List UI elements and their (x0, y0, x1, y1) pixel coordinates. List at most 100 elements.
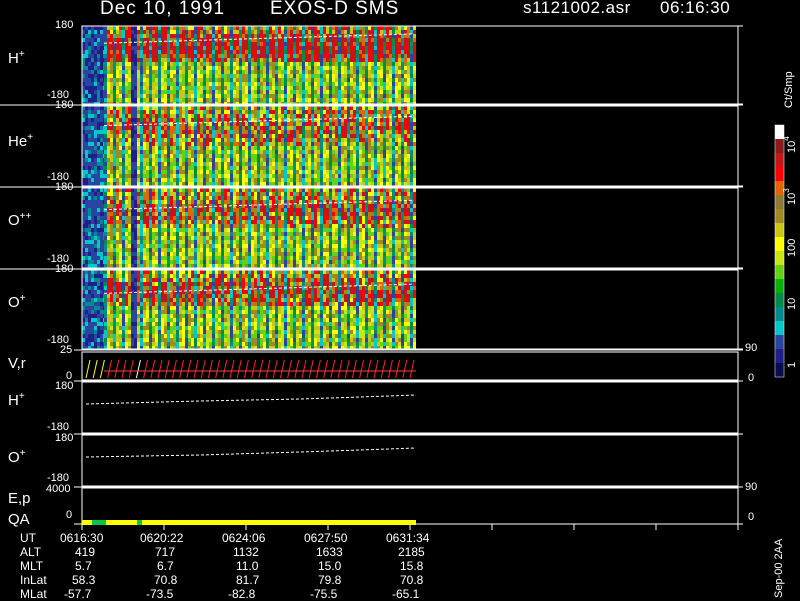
h-plus-cell (281, 38, 284, 42)
o-pp-cell (100, 196, 103, 200)
he-plus-cell (254, 178, 257, 182)
he-plus-cell (299, 114, 302, 118)
h-plus-cell (287, 58, 290, 62)
h-plus-cell (278, 66, 281, 70)
h-plus-cell (350, 42, 353, 46)
h-plus-cell (149, 58, 152, 62)
he-plus-cell (410, 122, 413, 126)
he-plus-cell (287, 174, 290, 178)
he-plus-cell (293, 174, 296, 178)
o-pp-cell (85, 220, 88, 224)
o-pp-cell (125, 192, 128, 196)
o-pp-cell (143, 260, 146, 264)
h-plus-cell (209, 66, 212, 70)
he-plus-cell (209, 182, 212, 186)
he-plus-cell (164, 158, 167, 162)
o-pp-cell (85, 196, 88, 200)
h-plus-cell (371, 50, 374, 54)
h-plus-cell (332, 94, 335, 98)
h-plus-cell (350, 78, 353, 82)
h-plus-cell (251, 58, 254, 62)
he-plus-cell (347, 158, 350, 162)
h-plus-cell (335, 78, 338, 82)
he-plus-cell (215, 154, 218, 158)
he-plus-cell (137, 110, 140, 114)
h-plus-cell (179, 70, 182, 74)
he-plus-cell (104, 158, 107, 162)
h-plus-cell (167, 70, 170, 74)
he-plus-cell (203, 158, 206, 162)
o-pp-cell (104, 200, 107, 204)
h-plus-cell (197, 94, 200, 98)
he-plus-cell (284, 130, 287, 134)
he-plus-cell (221, 138, 224, 142)
h-plus-cell (221, 94, 224, 98)
he-plus-cell (221, 170, 224, 174)
he-plus-cell (332, 110, 335, 114)
he-plus-cell (224, 166, 227, 170)
h-plus-cell (320, 42, 323, 46)
he-plus-cell (140, 154, 143, 158)
h-plus-cell (191, 38, 194, 42)
h-plus-cell (395, 38, 398, 42)
h-plus-cell (356, 62, 359, 66)
he-plus-cell (215, 162, 218, 166)
h-plus-cell (179, 34, 182, 38)
h-plus-cell (389, 50, 392, 54)
h-plus-cell (233, 86, 236, 90)
he-plus-cell (263, 174, 266, 178)
h-plus-cell (341, 90, 344, 94)
he-plus-cell (347, 122, 350, 126)
h-plus-cell (254, 86, 257, 90)
he-plus-cell (374, 154, 377, 158)
he-plus-cell (233, 150, 236, 154)
h-plus-cell (362, 70, 365, 74)
h-plus-cell (323, 30, 326, 34)
he-plus-cell (404, 126, 407, 130)
he-plus-cell (254, 146, 257, 150)
o-pp-cell (128, 240, 131, 244)
he-plus-cell (212, 182, 215, 186)
h-plus-cell (359, 54, 362, 58)
h-plus-cell (212, 66, 215, 70)
h-plus-cell (85, 38, 88, 42)
h-plus-cell (365, 86, 368, 90)
h-plus-cell (269, 46, 272, 50)
he-plus-cell (275, 170, 278, 174)
h-plus-cell (293, 66, 296, 70)
he-plus-cell (218, 158, 221, 162)
o-pp-cell (85, 260, 88, 264)
he-plus-cell (284, 166, 287, 170)
o-pp-cell (122, 212, 125, 216)
h-plus-cell (197, 66, 200, 70)
h-plus-cell (296, 50, 299, 54)
h-plus-cell (341, 62, 344, 66)
he-plus-cell (149, 110, 152, 114)
h-plus-cell (152, 98, 155, 102)
he-plus-cell (107, 154, 110, 158)
he-plus-cell (179, 114, 182, 118)
h-plus-cell (308, 90, 311, 94)
he-plus-cell (296, 134, 299, 138)
he-plus-cell (302, 154, 305, 158)
he-plus-cell (365, 142, 368, 146)
he-plus-cell (212, 126, 215, 130)
h-plus-cell (170, 74, 173, 78)
o-pp-cell (94, 264, 97, 268)
he-plus-cell (137, 170, 140, 174)
h-plus-cell (152, 82, 155, 86)
he-plus-cell (131, 174, 134, 178)
h-plus-cell (362, 26, 365, 30)
he-plus-cell (368, 174, 371, 178)
h-plus-cell (200, 54, 203, 58)
he-plus-cell (374, 118, 377, 122)
he-plus-cell (182, 170, 185, 174)
o-pp-cell (85, 200, 88, 204)
o-pp-cell (122, 204, 125, 208)
h-plus-cell (212, 94, 215, 98)
he-plus-cell (275, 110, 278, 114)
he-plus-cell (239, 162, 242, 166)
h-plus-cell (299, 38, 302, 42)
h-plus-cell (100, 70, 103, 74)
he-plus-cell (350, 162, 353, 166)
